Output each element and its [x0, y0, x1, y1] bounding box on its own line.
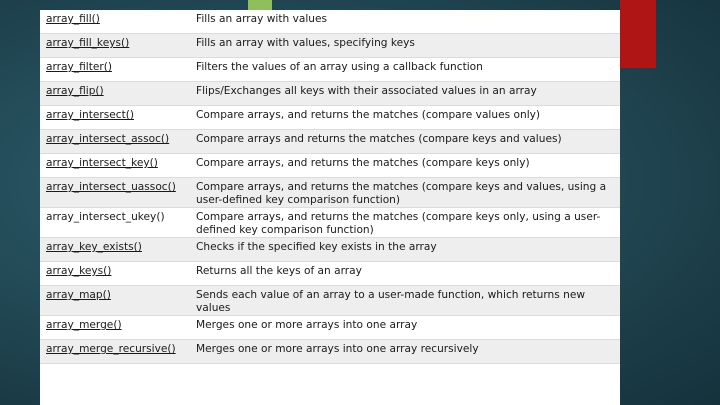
table-row: array_intersect_ukey() Compare arrays, a…: [40, 207, 620, 238]
function-description: Fills an array with values: [190, 10, 620, 34]
function-link-array-keys[interactable]: array_keys(): [46, 265, 111, 277]
function-link-array-key-exists[interactable]: array_key_exists(): [46, 241, 142, 253]
function-description: Checks if the specified key exists in th…: [190, 237, 620, 262]
function-link-array-intersect-key[interactable]: array_intersect_key(): [46, 157, 158, 169]
table-row: array_fill_keys() Fills an array with va…: [40, 33, 620, 58]
function-link-array-intersect-assoc[interactable]: array_intersect_assoc(): [46, 133, 169, 145]
function-description: Merges one or more arrays into one array…: [190, 339, 620, 364]
function-description: Compare arrays, and returns the matches …: [190, 153, 620, 178]
function-description: Sends each value of an array to a user-m…: [190, 285, 620, 316]
function-description: Compare arrays, and returns the matches …: [190, 207, 620, 238]
function-link-array-fill[interactable]: array_fill(): [46, 13, 100, 25]
php-array-functions-table: array_fill() Fills an array with values …: [40, 10, 620, 405]
function-link-array-map[interactable]: array_map(): [46, 289, 111, 301]
decorative-red-bar: [620, 0, 656, 68]
function-link-array-merge[interactable]: array_merge(): [46, 319, 122, 331]
table-row: array_intersect_assoc() Compare arrays a…: [40, 129, 620, 154]
table-row: array_intersect_uassoc() Compare arrays,…: [40, 177, 620, 208]
function-link-array-flip[interactable]: array_flip(): [46, 85, 104, 97]
function-description: Compare arrays and returns the matches (…: [190, 129, 620, 154]
function-link-array-filter[interactable]: array_filter(): [46, 61, 112, 73]
function-link-array-intersect-uassoc[interactable]: array_intersect_uassoc(): [46, 181, 176, 193]
function-description: Returns all the keys of an array: [190, 261, 620, 286]
function-description: Compare arrays, and returns the matches …: [190, 177, 620, 208]
table-row: array_filter() Filters the values of an …: [40, 57, 620, 82]
table-row: array_key_exists() Checks if the specifi…: [40, 237, 620, 262]
functions-table: array_fill() Fills an array with values …: [40, 10, 620, 364]
function-description: Fills an array with values, specifying k…: [190, 33, 620, 58]
table-row: array_merge_recursive() Merges one or mo…: [40, 339, 620, 364]
function-name-array-intersect-ukey: array_intersect_ukey(): [46, 211, 165, 223]
function-description: Flips/Exchanges all keys with their asso…: [190, 81, 620, 106]
table-row: array_keys() Returns all the keys of an …: [40, 261, 620, 286]
function-link-array-intersect[interactable]: array_intersect(): [46, 109, 134, 121]
table-row: array_fill() Fills an array with values: [40, 10, 620, 34]
table-row: array_merge() Merges one or more arrays …: [40, 315, 620, 340]
function-description: Merges one or more arrays into one array: [190, 315, 620, 340]
function-link-array-merge-recursive[interactable]: array_merge_recursive(): [46, 343, 176, 355]
function-link-array-fill-keys[interactable]: array_fill_keys(): [46, 37, 129, 49]
function-description: Compare arrays, and returns the matches …: [190, 105, 620, 130]
table-row: array_intersect_key() Compare arrays, an…: [40, 153, 620, 178]
function-description: Filters the values of an array using a c…: [190, 57, 620, 82]
table-row: array_intersect() Compare arrays, and re…: [40, 105, 620, 130]
table-row: array_map() Sends each value of an array…: [40, 285, 620, 316]
table-row: array_flip() Flips/Exchanges all keys wi…: [40, 81, 620, 106]
